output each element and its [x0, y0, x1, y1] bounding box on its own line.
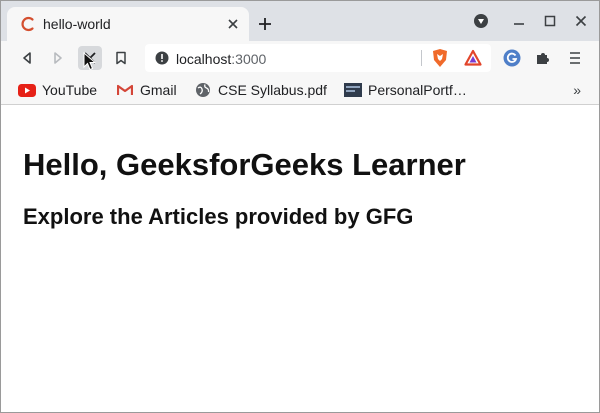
- info-icon[interactable]: [155, 51, 169, 65]
- brave-rewards-icon[interactable]: [463, 48, 483, 68]
- bookmark-label: Gmail: [140, 82, 177, 98]
- bookmark-icon[interactable]: [109, 46, 133, 70]
- url-port: :3000: [231, 51, 267, 67]
- tab-title: hello-world: [43, 16, 111, 32]
- bookmark-label: PersonalPortf…: [368, 82, 467, 98]
- page-subheading: Explore the Articles provided by GFG: [23, 204, 414, 229]
- bookmark-cse-syllabus[interactable]: CSE Syllabus.pdf: [194, 80, 327, 100]
- puzzle-icon[interactable]: [533, 48, 553, 68]
- window-close-icon[interactable]: [572, 12, 590, 30]
- maximize-icon[interactable]: [541, 12, 559, 30]
- browser-window: hello-world localhost:3000 YouTube Gmail…: [0, 0, 600, 413]
- address-bar[interactable]: localhost:3000: [145, 44, 491, 72]
- minimize-icon[interactable]: [510, 12, 528, 30]
- mouse-cursor-icon: [83, 51, 97, 72]
- media-icon[interactable]: [472, 12, 490, 30]
- more-bookmarks-button[interactable]: »: [573, 82, 581, 98]
- youtube-icon: [18, 82, 36, 98]
- brave-shield-icon[interactable]: [430, 48, 450, 68]
- bookmark-youtube[interactable]: YouTube: [18, 80, 97, 100]
- menu-icon[interactable]: [565, 48, 585, 68]
- bookmark-personal-portfolio[interactable]: PersonalPortf…: [344, 80, 467, 100]
- globe-icon: [194, 82, 212, 98]
- url-host: localhost: [176, 51, 232, 67]
- url-text[interactable]: localhost:3000: [176, 51, 266, 67]
- forward-icon[interactable]: [46, 46, 70, 70]
- new-tab-icon[interactable]: [255, 14, 275, 34]
- page-content: Hello, GeeksforGeeks Learner Explore the…: [1, 106, 599, 412]
- tab-hello-world[interactable]: hello-world: [7, 7, 249, 41]
- bookmark-gmail[interactable]: Gmail: [116, 80, 177, 100]
- close-icon[interactable]: [225, 16, 241, 32]
- address-divider: [421, 50, 422, 66]
- bookmark-label: CSE Syllabus.pdf: [218, 82, 327, 98]
- back-icon[interactable]: [15, 46, 39, 70]
- grammarly-icon[interactable]: [502, 48, 522, 68]
- react-loading-icon: [19, 15, 37, 33]
- bookmarks-bar: YouTube Gmail CSE Syllabus.pdf PersonalP…: [1, 75, 599, 105]
- tab-strip: hello-world: [1, 1, 599, 41]
- gmail-icon: [116, 82, 134, 98]
- bookmark-label: YouTube: [42, 82, 98, 98]
- page-heading: Hello, GeeksforGeeks Learner: [23, 147, 466, 182]
- portfolio-icon: [344, 82, 362, 98]
